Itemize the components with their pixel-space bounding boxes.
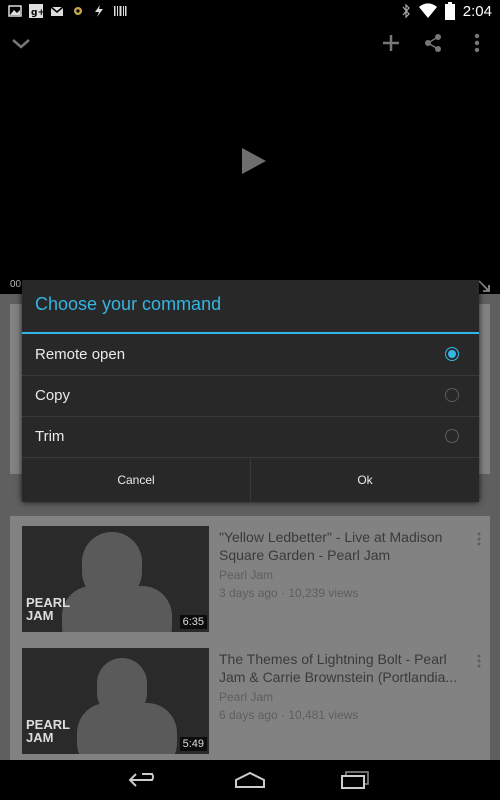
radio-selected-icon[interactable]	[445, 347, 459, 361]
command-dialog: Choose your command Remote open Copy Tri…	[22, 280, 479, 503]
duration-badge: 6:35	[179, 615, 207, 629]
thumb-logo: PEARL JAM	[26, 595, 71, 623]
related-videos-card: PEARL JAM 6:35 "Yellow Ledbetter" - Live …	[10, 516, 490, 760]
play-icon[interactable]	[240, 146, 268, 176]
settings-icon	[74, 7, 82, 15]
overflow-menu-icon[interactable]	[466, 32, 488, 54]
clock: 2:04	[462, 2, 492, 20]
option-copy[interactable]: Copy	[22, 376, 479, 417]
dialog-title: Choose your command	[35, 294, 222, 314]
duration-badge: 5:49	[179, 737, 207, 751]
video-thumbnail[interactable]: PEARL JAM 6:35	[22, 526, 209, 632]
option-trim[interactable]: Trim	[22, 417, 479, 457]
recent-apps-icon[interactable]	[340, 770, 372, 790]
channel-name[interactable]: Pearl Jam	[219, 690, 273, 704]
wifi-icon	[418, 3, 437, 19]
video-meta: 3 days ago · 10,239 views	[219, 586, 359, 600]
radio-icon[interactable]	[445, 429, 459, 443]
video-meta: 6 days ago · 10,481 views	[219, 708, 359, 722]
list-item[interactable]: PEARL JAM 6:35 "Yellow Ledbetter" - Live …	[22, 526, 482, 632]
ok-button[interactable]: Ok	[251, 458, 479, 503]
thumb-logo: PEARL JAM	[26, 717, 71, 745]
notification-icons: g+	[8, 4, 127, 18]
battery-icon	[444, 2, 455, 20]
channel-name[interactable]: Pearl Jam	[219, 568, 273, 582]
video-title[interactable]: The Themes of Lightning Bolt - Pearl Jam…	[219, 650, 469, 686]
video-thumbnail[interactable]: PEARL JAM 5:49	[22, 648, 209, 754]
add-icon[interactable]	[380, 32, 402, 54]
video-title[interactable]: "Yellow Ledbetter" - Live at Madison Squ…	[219, 528, 469, 564]
gmail-icon	[50, 6, 64, 16]
list-item[interactable]: PEARL JAM 5:49 The Themes of Lightning Bo…	[22, 648, 482, 754]
image-icon	[8, 5, 22, 17]
share-icon[interactable]	[422, 32, 444, 54]
overflow-menu-icon[interactable]	[476, 532, 482, 546]
option-remote-open[interactable]: Remote open	[22, 335, 479, 376]
video-player[interactable]: 00	[0, 24, 500, 294]
title-divider	[22, 332, 479, 334]
overflow-menu-icon[interactable]	[476, 654, 482, 668]
flash-icon	[95, 5, 103, 17]
option-label: Copy	[35, 387, 71, 404]
svg-text:g+: g+	[31, 8, 43, 18]
home-icon[interactable]	[234, 770, 266, 790]
barcode-icon	[114, 6, 127, 16]
dialog-buttons: Cancel Ok	[22, 457, 479, 503]
option-label: Trim	[35, 428, 65, 445]
option-label: Remote open	[35, 346, 126, 363]
seek-time: 00	[10, 279, 22, 290]
chevron-down-icon[interactable]	[10, 32, 32, 54]
back-icon[interactable]	[128, 770, 160, 790]
cancel-button[interactable]: Cancel	[22, 458, 251, 503]
bluetooth-icon	[402, 3, 410, 19]
system-icons: 2:04	[401, 2, 492, 20]
radio-icon[interactable]	[445, 388, 459, 402]
status-bar: g+ 2:04	[0, 0, 500, 24]
navigation-bar	[0, 760, 500, 800]
google-plus-icon: g+	[29, 4, 43, 18]
